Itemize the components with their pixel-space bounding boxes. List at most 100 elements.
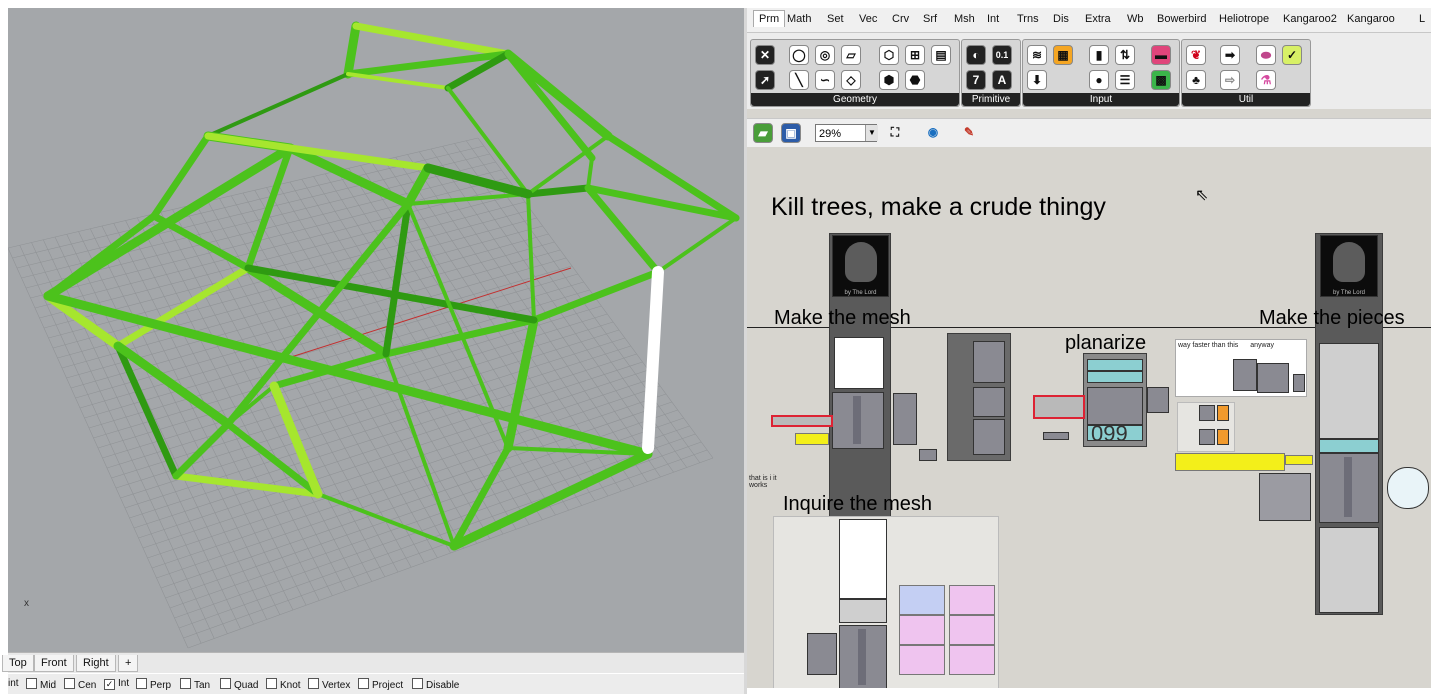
orange-toggle-1[interactable] (1217, 405, 1229, 421)
checkbox-icon[interactable] (412, 678, 423, 689)
tab-srf[interactable]: Srf (923, 13, 937, 25)
mesh-component[interactable] (832, 392, 884, 449)
snap-quad[interactable]: Quad (220, 678, 258, 691)
tab-right[interactable]: Right (76, 655, 116, 672)
tab-math[interactable]: Math (787, 13, 811, 25)
field-icon[interactable]: ▤ (931, 45, 951, 65)
text-icon[interactable]: A (992, 70, 1012, 90)
arrow-right-outline-icon[interactable]: ⇨ (1220, 70, 1240, 90)
save-file-icon[interactable]: ▣ (781, 123, 801, 143)
note-component-2[interactable] (1257, 363, 1289, 393)
yellow-panel[interactable] (1175, 453, 1285, 471)
matrix-icon[interactable]: ▩ (1151, 70, 1171, 90)
switch-2[interactable] (1199, 429, 1215, 445)
tab-vec[interactable]: Vec (859, 13, 877, 25)
tab-l[interactable]: L (1419, 13, 1425, 25)
snap-project[interactable]: Project (358, 678, 403, 691)
flask-icon[interactable]: ⚗ (1256, 70, 1276, 90)
checkbox-icon[interactable] (308, 678, 319, 689)
inquire-component[interactable] (839, 625, 887, 688)
inquire-inputs[interactable] (807, 633, 837, 675)
tab-heliotrope[interactable]: Heliotrope (1219, 13, 1269, 25)
sketch-pen-icon[interactable]: ✎ (959, 123, 979, 143)
pieces-component[interactable] (1319, 453, 1379, 523)
toggle-icon[interactable]: ▮ (1089, 45, 1109, 65)
button-icon[interactable]: ● (1089, 70, 1109, 90)
eye-icon[interactable]: ◉ (923, 123, 943, 143)
snap-int[interactable]: ✓ Int (104, 678, 129, 690)
note-component-3[interactable] (1293, 374, 1305, 392)
graph-icon[interactable]: ≋ (1027, 45, 1047, 65)
surface-icon[interactable]: ▱ (841, 45, 861, 65)
pill-icon[interactable]: ⬬ (1256, 45, 1276, 65)
tab-dis[interactable]: Dis (1053, 13, 1069, 25)
tab-trns[interactable]: Trns (1017, 13, 1039, 25)
snap-tan[interactable]: Tan (180, 678, 210, 691)
tab-wb[interactable]: Wb (1127, 13, 1144, 25)
snap-int[interactable]: int (8, 678, 19, 689)
snap-cen[interactable]: Cen (64, 678, 96, 691)
tab-extra[interactable]: Extra (1085, 13, 1111, 25)
plane-icon[interactable]: ◇ (841, 70, 861, 90)
tab-kangaroo2[interactable]: Kangaroo2 (1283, 13, 1337, 25)
zoom-extents-icon[interactable]: ⛶ (885, 123, 905, 143)
brep-icon[interactable]: ⬢ (879, 70, 899, 90)
boolean-icon[interactable]: ◐ (966, 45, 986, 65)
check-icon[interactable]: ✓ (1282, 45, 1302, 65)
tab-prm[interactable]: Prm (753, 10, 786, 27)
rhino-viewport[interactable]: x (8, 8, 744, 652)
snap-disable[interactable]: Disable (412, 678, 459, 691)
preview-orb[interactable] (1387, 467, 1429, 509)
tab-int[interactable]: Int (987, 13, 999, 25)
unweld-component[interactable] (973, 387, 1005, 417)
mesh-face-icon[interactable]: ⬣ (905, 70, 925, 90)
red-param[interactable] (771, 415, 833, 427)
mesh-icon[interactable]: ⊞ (905, 45, 925, 65)
tab-msh[interactable]: Msh (954, 13, 975, 25)
red-group[interactable] (1033, 395, 1085, 419)
tab-bowerbird[interactable]: Bowerbird (1157, 13, 1207, 25)
snap-vertex[interactable]: Vertex (308, 678, 350, 691)
planarize-component[interactable] (1087, 387, 1143, 425)
tab-crv[interactable]: Crv (892, 13, 909, 25)
delete-icon[interactable]: ✕ (755, 45, 775, 65)
zoom-dropdown-icon[interactable]: ▼ (865, 125, 878, 141)
gradient-icon[interactable]: ▦ (1053, 45, 1073, 65)
small-component[interactable] (919, 449, 937, 461)
tab-kangaroo[interactable]: Kangaroo (1347, 13, 1395, 25)
import-icon[interactable]: ⬇ (1027, 70, 1047, 90)
switch-1[interactable] (1199, 405, 1215, 421)
swatch-icon[interactable]: ▬ (1151, 45, 1171, 65)
snap-perp[interactable]: Perp (136, 678, 171, 691)
checkbox-icon[interactable] (266, 678, 277, 689)
split-component[interactable] (893, 393, 917, 445)
weld-component[interactable] (973, 341, 1005, 383)
tree-icon[interactable]: ♣ (1186, 70, 1206, 90)
checkbox-icon[interactable] (358, 678, 369, 689)
number-icon[interactable]: 0.1 (992, 45, 1012, 65)
tab-set[interactable]: Set (827, 13, 844, 25)
tab-front[interactable]: Front (34, 655, 74, 672)
add-view-tab[interactable]: + (118, 655, 139, 672)
deconstruct-component[interactable] (973, 419, 1005, 455)
note-component-1[interactable] (1233, 359, 1257, 391)
grasshopper-canvas[interactable]: Kill trees, make a crude thingy ⇖ by The… (747, 147, 1431, 688)
arrow-icon[interactable]: ➚ (755, 70, 775, 90)
checkbox-icon[interactable] (180, 678, 191, 689)
yellow-slider[interactable] (1285, 455, 1313, 465)
checkbox-icon[interactable] (64, 678, 75, 689)
integer-icon[interactable]: 7 (966, 70, 986, 90)
pieces-inputs[interactable] (1259, 473, 1311, 521)
checkbox-icon[interactable] (26, 678, 37, 689)
cherry-icon[interactable]: ❦ (1186, 45, 1206, 65)
tab-top[interactable]: Top (2, 655, 34, 672)
line-icon[interactable]: ╲ (789, 70, 809, 90)
slider-small[interactable] (1043, 432, 1069, 440)
list-icon[interactable]: ☰ (1115, 70, 1135, 90)
arrow-right-icon[interactable]: ➡ (1220, 45, 1240, 65)
slider-icon[interactable]: ⇅ (1115, 45, 1135, 65)
arc-icon[interactable]: ◎ (815, 45, 835, 65)
toggle-param[interactable] (795, 433, 829, 445)
checkbox-icon[interactable]: ✓ (104, 679, 115, 690)
checkbox-icon[interactable] (136, 678, 147, 689)
